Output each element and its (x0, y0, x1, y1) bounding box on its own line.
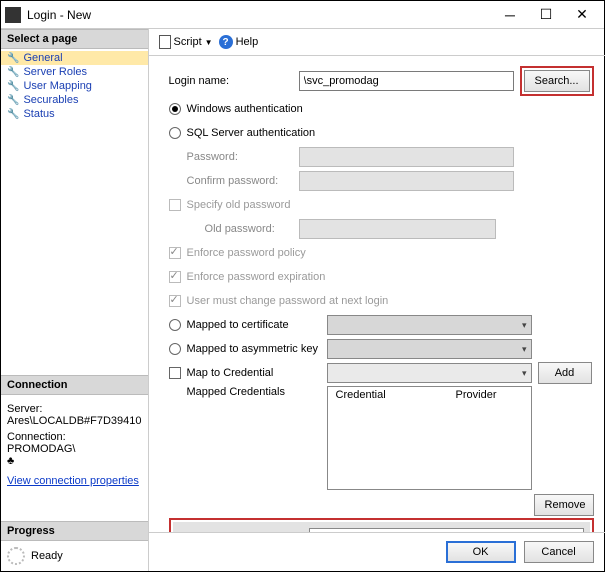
toolbar: Script ▼ ?Help (149, 29, 605, 56)
cred-col-credential: Credential (336, 389, 456, 401)
form-area: Login name: Search... Windows authentica… (149, 56, 605, 532)
view-connection-properties-link[interactable]: View connection properties (7, 475, 139, 487)
ok-button[interactable]: OK (446, 541, 516, 563)
connection-label: Connection: (7, 431, 142, 443)
connection-value: PROMODAG\ (7, 443, 142, 455)
script-icon (159, 35, 171, 49)
server-value: Ares\LOCALDB#F7D39410 (7, 415, 142, 427)
wrench-icon: 🔧 (7, 109, 19, 120)
page-status[interactable]: 🔧Status (1, 107, 148, 121)
close-button[interactable]: ✕ (564, 3, 600, 27)
sql-auth-radio[interactable] (169, 127, 181, 139)
minimize-button[interactable]: ─ (492, 3, 528, 27)
mapped-asym-radio[interactable] (169, 343, 181, 355)
mapped-cert-radio[interactable] (169, 319, 181, 331)
window-title: Login - New (27, 8, 492, 22)
page-securables[interactable]: 🔧Securables (1, 93, 148, 107)
wrench-icon: 🔧 (7, 67, 19, 78)
script-button[interactable]: Script ▼ (159, 35, 213, 49)
mapped-credentials-label: Mapped Credentials (187, 386, 327, 398)
mapped-asym-label: Mapped to asymmetric key (187, 343, 327, 355)
mapped-cert-label: Mapped to certificate (187, 319, 327, 331)
mapped-cert-combo[interactable]: ▾ (327, 315, 532, 335)
page-user-mapping[interactable]: 🔧User Mapping (1, 79, 148, 93)
windows-auth-label: Windows authentication (187, 103, 303, 115)
map-credential-check[interactable] (169, 367, 181, 379)
progress-status: Ready (31, 550, 63, 562)
enforce-expiration-check (169, 271, 181, 283)
specify-old-pw-label: Specify old password (187, 199, 291, 211)
page-server-roles[interactable]: 🔧Server Roles (1, 65, 148, 79)
must-change-check (169, 295, 181, 307)
login-name-input[interactable] (299, 71, 514, 91)
confirm-password-input (299, 171, 514, 191)
dialog-buttons: OK Cancel (149, 532, 605, 571)
progress-spinner-icon (7, 547, 25, 565)
enforce-policy-label: Enforce password policy (187, 247, 306, 259)
wrench-icon: 🔧 (7, 53, 19, 64)
app-icon (5, 7, 21, 23)
search-button[interactable]: Search... (524, 70, 590, 92)
help-icon: ? (219, 35, 233, 49)
map-credential-combo[interactable]: ▾ (327, 363, 532, 383)
old-password-input (299, 219, 496, 239)
title-bar: Login - New ─ ☐ ✕ (1, 1, 604, 29)
mapped-credentials-list[interactable]: CredentialProvider (327, 386, 532, 490)
page-general[interactable]: 🔧General (1, 51, 148, 65)
password-label: Password: (169, 151, 299, 163)
add-button[interactable]: Add (538, 362, 592, 384)
password-input (299, 147, 514, 167)
left-sidebar: Select a page 🔧General 🔧Server Roles 🔧Us… (1, 29, 149, 571)
cancel-button[interactable]: Cancel (524, 541, 594, 563)
wrench-icon: 🔧 (7, 81, 19, 92)
remove-button[interactable]: Remove (534, 494, 594, 516)
cred-col-provider: Provider (456, 389, 497, 401)
enforce-policy-check (169, 247, 181, 259)
wrench-icon: 🔧 (7, 95, 19, 106)
help-button[interactable]: ?Help (219, 35, 259, 49)
connection-header: Connection (1, 375, 148, 395)
confirm-password-label: Confirm password: (169, 175, 299, 187)
enforce-expiration-label: Enforce password expiration (187, 271, 326, 283)
server-label: Server: (7, 403, 142, 415)
progress-header: Progress (1, 521, 148, 541)
windows-auth-radio[interactable] (169, 103, 181, 115)
login-name-label: Login name: (169, 75, 299, 87)
select-page-header: Select a page (1, 29, 148, 49)
sql-auth-label: SQL Server authentication (187, 127, 316, 139)
specify-old-pw-check (169, 199, 181, 211)
old-password-label: Old password: (169, 223, 299, 235)
mapped-asym-combo[interactable]: ▾ (327, 339, 532, 359)
must-change-label: User must change password at next login (187, 295, 389, 307)
maximize-button[interactable]: ☐ (528, 3, 564, 27)
map-credential-label: Map to Credential (187, 367, 327, 379)
